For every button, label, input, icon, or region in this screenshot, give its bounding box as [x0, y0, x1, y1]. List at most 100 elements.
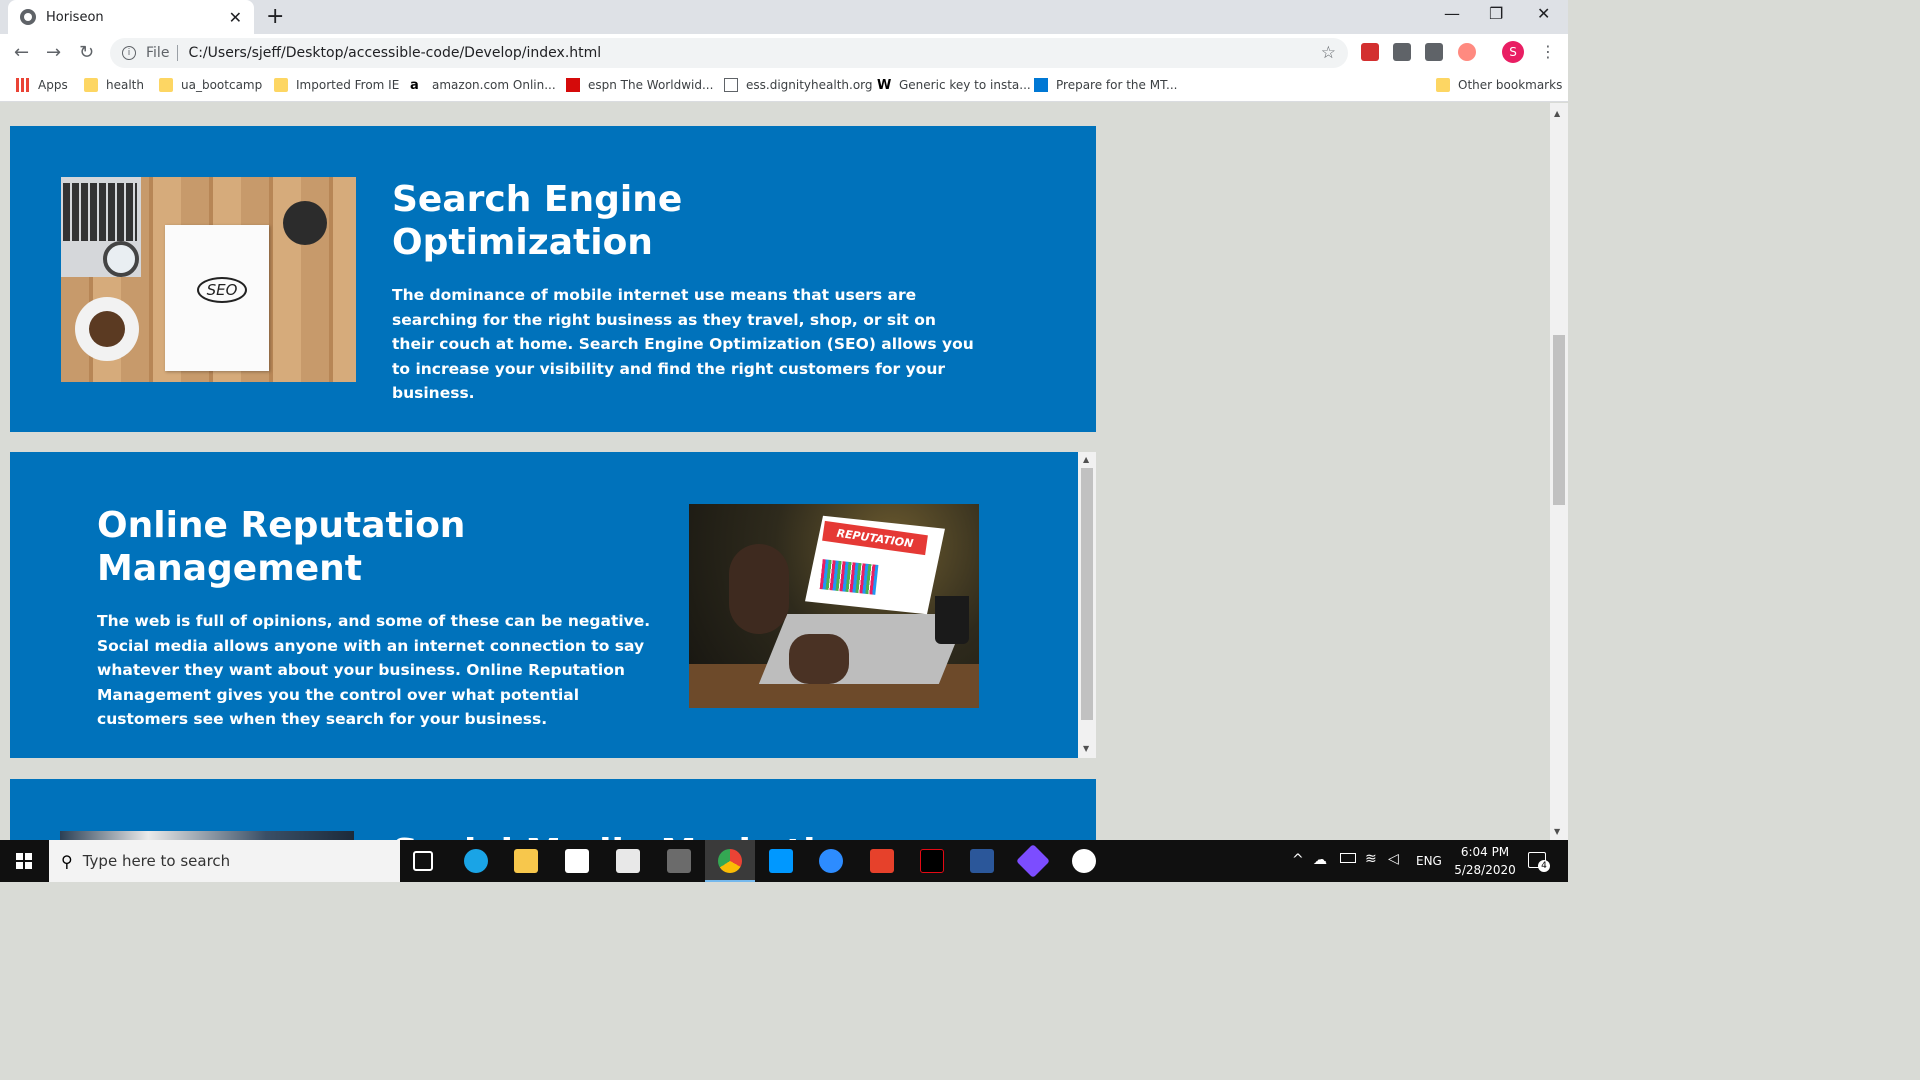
page-scrollbar[interactable]: ▲ ▼	[1550, 103, 1568, 840]
bookmark-espn[interactable]: espn The Worldwid...	[566, 78, 713, 92]
video-icon	[1034, 78, 1048, 92]
bookmark-dignityhealth[interactable]: ess.dignityhealth.org	[724, 78, 873, 92]
extension-help-icon[interactable]	[1425, 43, 1443, 61]
bookmark-amazon[interactable]: a amazon.com Onlin...	[410, 78, 556, 93]
clock-time: 6:04 PM	[1460, 845, 1510, 859]
windows-logo-icon	[16, 853, 32, 869]
browser-tab-strip: Horiseon ✕ + — ❐ ✕	[0, 0, 1568, 34]
apps-grid-icon	[16, 78, 30, 92]
store-icon[interactable]	[565, 849, 589, 873]
windows-taskbar: ⚲ Type here to search ^ ☁ ≋ ◁ ENG 6:04 P…	[0, 840, 1568, 882]
task-view-icon[interactable]	[413, 851, 433, 871]
notification-count-badge: 4	[1538, 860, 1550, 872]
scroll-up-icon[interactable]: ▲	[1083, 455, 1089, 464]
page-scroll-thumb[interactable]	[1553, 335, 1565, 505]
url-text[interactable]: C:/Users/sjeff/Desktop/accessible-code/D…	[188, 45, 1320, 61]
window-close-button[interactable]: ✕	[1537, 4, 1550, 23]
restore-button[interactable]: ❐	[1489, 4, 1503, 23]
bookmark-apps[interactable]: Apps	[16, 78, 68, 92]
hand-phone-graphic	[729, 544, 789, 634]
profile-avatar[interactable]: S	[1502, 41, 1524, 63]
reputation-heading: Online Reputation Management	[97, 505, 466, 589]
page-scroll-up-icon[interactable]: ▲	[1554, 109, 1560, 118]
seo-body: The dominance of mobile internet use mea…	[392, 286, 974, 402]
amazon-icon: a	[410, 78, 419, 93]
chevron-up-icon[interactable]: ^	[1292, 852, 1304, 868]
bookmark-ua-bootcamp[interactable]: ua_bootcamp	[159, 78, 262, 92]
info-icon[interactable]: i	[122, 46, 136, 60]
browser-toolbar: ← → ↻ i File C:/Users/sjeff/Desktop/acce…	[0, 34, 1568, 72]
close-tab-icon[interactable]: ✕	[229, 8, 242, 27]
section-scroll-thumb[interactable]	[1081, 468, 1093, 720]
magnifier-graphic	[103, 241, 139, 277]
social-media-section: Social Media Marketing	[10, 779, 1096, 840]
url-separator	[177, 45, 179, 61]
edge-icon[interactable]	[464, 849, 488, 873]
chrome-icon	[718, 849, 742, 873]
bookmark-prepare-mt[interactable]: Prepare for the MT...	[1034, 78, 1177, 92]
volume-muted-icon[interactable]: ◁	[1388, 851, 1399, 867]
address-bar[interactable]: i File C:/Users/sjeff/Desktop/accessible…	[110, 38, 1348, 68]
page-viewport: SEO Search Engine Optimization The domin…	[0, 103, 1550, 840]
clock-date: 5/28/2020	[1454, 863, 1516, 877]
seo-image: SEO	[61, 177, 356, 382]
amazon-app-icon[interactable]	[616, 849, 640, 873]
bookmark-star-icon[interactable]: ☆	[1321, 43, 1336, 63]
extension-red-icon[interactable]	[1361, 43, 1379, 61]
bookmarks-bar: Apps health ua_bootcamp Imported From IE…	[0, 72, 1568, 102]
forward-icon[interactable]: →	[46, 42, 61, 63]
git-icon[interactable]	[1016, 844, 1050, 878]
onedrive-icon[interactable]: ☁	[1313, 852, 1327, 868]
section-scrollbar[interactable]: ▲ ▼	[1078, 452, 1096, 758]
minimize-button[interactable]: —	[1444, 4, 1460, 23]
hand-typing-graphic	[789, 634, 849, 684]
wifi-icon[interactable]: ≋	[1365, 851, 1377, 867]
language-indicator[interactable]: ENG	[1416, 854, 1442, 868]
back-icon[interactable]: ←	[14, 42, 29, 63]
netflix-icon[interactable]	[920, 849, 944, 873]
reputation-image: REPUTATION	[689, 504, 979, 708]
seo-section: SEO Search Engine Optimization The domin…	[10, 126, 1096, 432]
tab-title: Horiseon	[46, 9, 104, 25]
seo-heading: Search Engine Optimization	[392, 179, 683, 263]
battery-icon[interactable]	[1340, 853, 1356, 863]
slack-icon[interactable]	[1072, 849, 1096, 873]
file-explorer-icon[interactable]	[514, 849, 538, 873]
taskbar-clock[interactable]: 6:04 PM 5/28/2020	[1445, 843, 1525, 879]
page-icon	[724, 78, 738, 92]
search-icon: ⚲	[61, 851, 73, 871]
word-icon[interactable]	[970, 849, 994, 873]
mug-graphic	[935, 596, 969, 644]
office-icon[interactable]	[870, 849, 894, 873]
bookmark-other[interactable]: Other bookmarks	[1436, 78, 1562, 92]
page-scroll-down-icon[interactable]: ▼	[1554, 827, 1560, 836]
calculator-icon[interactable]	[667, 849, 691, 873]
bookmark-imported-from-ie[interactable]: Imported From IE	[274, 78, 399, 92]
coffee-cup-graphic	[75, 297, 139, 361]
browser-tab[interactable]: Horiseon ✕	[8, 0, 254, 34]
scroll-down-icon[interactable]: ▼	[1083, 744, 1089, 753]
reputation-section: Online Reputation Management The web is …	[10, 452, 1096, 758]
taskbar-search-placeholder: Type here to search	[82, 852, 231, 870]
extension-arrow-icon[interactable]	[1458, 43, 1476, 61]
bookmark-health[interactable]: health	[84, 78, 144, 92]
espn-icon	[566, 78, 580, 92]
seo-cloud-text: SEO	[197, 277, 247, 303]
bookmark-generic-key[interactable]: W Generic key to insta...	[877, 78, 1031, 93]
social-media-heading: Social Media Marketing	[392, 831, 912, 840]
pen-cup-graphic	[283, 201, 327, 245]
url-scheme: File	[146, 45, 170, 61]
new-tab-button[interactable]: +	[266, 4, 284, 29]
reload-icon[interactable]: ↻	[79, 42, 94, 63]
zoom-icon[interactable]	[819, 849, 843, 873]
menu-kebab-icon[interactable]: ⋮	[1540, 42, 1556, 61]
folder-icon	[274, 78, 288, 92]
taskbar-search[interactable]: ⚲ Type here to search	[49, 840, 400, 882]
extension-s-icon[interactable]	[1393, 43, 1411, 61]
social-media-image	[60, 831, 354, 840]
globe-icon	[20, 9, 36, 25]
start-button[interactable]	[0, 840, 48, 882]
folder-icon	[84, 78, 98, 92]
chrome-taskbar-active[interactable]	[705, 840, 755, 882]
vscode-icon[interactable]	[769, 849, 793, 873]
